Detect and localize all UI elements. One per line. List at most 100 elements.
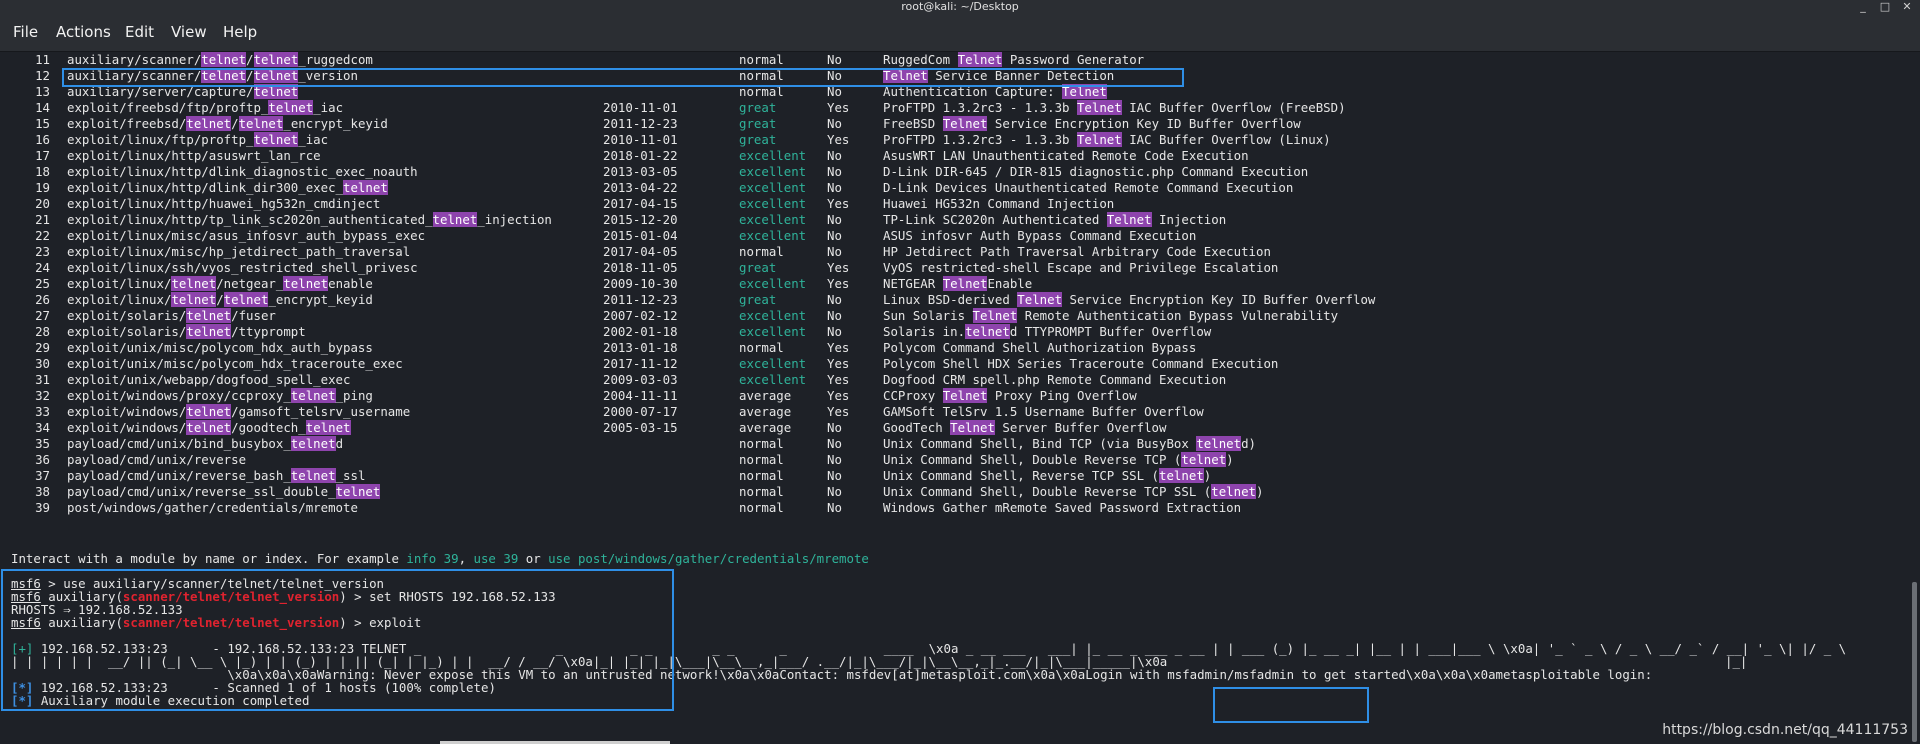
module-description: NETGEAR TelnetEnable [883,276,1033,291]
module-disclosure-date: 2013-01-18 [603,340,678,355]
module-name: exploit/linux/misc/asus_infosvr_auth_byp… [67,228,426,243]
module-name: payload/cmd/unix/reverse_bash_telnet_ssl [67,468,366,483]
module-name: auxiliary/scanner/telnet/telnet_version [67,68,358,83]
module-disclosure-date: 2015-12-20 [603,212,678,227]
module-description: Solaris in.telnetd TTYPROMPT Buffer Over… [883,324,1212,339]
module-name: payload/cmd/unix/bind_busybox_telnetd [67,436,344,451]
module-description: Huawei HG532n Command Injection [883,196,1115,211]
login-credentials: msfadmin/msfadmin [1167,667,1295,682]
module-check: Yes [827,372,850,387]
module-index: 14 [35,100,50,115]
module-check: Yes [827,404,850,419]
example-info: info 39 [406,551,459,566]
module-check: No [827,52,842,67]
module-rank: average [739,420,792,435]
module-rank: normal [739,68,784,83]
module-description: TP-Link SC2020n Authenticated Telnet Inj… [883,212,1227,227]
module-description: VyOS restricted-shell Escape and Privile… [883,260,1279,275]
menu-actions[interactable]: Actions [56,23,111,41]
module-name: exploit/unix/misc/polycom_hdx_auth_bypas… [67,340,373,355]
module-check: No [827,420,842,435]
module-index: 31 [35,372,50,387]
module-disclosure-date: 2002-01-18 [603,324,678,339]
module-description: Dogfood CRM spell.php Remote Command Exe… [883,372,1227,387]
module-check: No [827,164,842,179]
module-description: ASUS infosvr Auth Bypass Command Executi… [883,228,1197,243]
window-titlebar: root@kali: ~/Desktop _ □ ✕ [0,0,1920,13]
module-name: exploit/linux/ssh/vyos_restricted_shell_… [67,260,418,275]
module-rank: excellent [739,308,807,323]
module-check: Yes [827,276,850,291]
module-index: 18 [35,164,50,179]
module-name: exploit/solaris/telnet/ttyprompt [67,324,306,339]
module-name: exploit/linux/ftp/proftp_telnet_iac [67,132,329,147]
module-rank: great [739,132,777,147]
module-check: Yes [827,132,850,147]
maximize-icon[interactable]: □ [1878,0,1892,13]
module-name: exploit/linux/http/dlink_dir300_exec_tel… [67,180,388,195]
module-name: payload/cmd/unix/reverse_ssl_double_teln… [67,484,381,499]
module-disclosure-date: 2015-01-04 [603,228,678,243]
module-disclosure-date: 2010-11-01 [603,132,678,147]
module-name: exploit/linux/http/dlink_diagnostic_exec… [67,164,418,179]
module-description: CCProxy Telnet Proxy Ping Overflow [883,388,1137,403]
module-check: No [827,468,842,483]
module-description: Telnet Service Banner Detection [883,68,1115,83]
module-disclosure-date: 2005-03-15 [603,420,678,435]
example-use: use 39 [473,551,519,566]
module-rank: excellent [739,324,807,339]
module-name: auxiliary/scanner/telnet/telnet_ruggedco… [67,52,373,67]
module-rank: excellent [739,196,807,211]
terminal-scrollbar[interactable] [1912,582,1917,742]
module-index: 30 [35,356,50,371]
module-description: D-Link DIR-645 / DIR-815 diagnostic.php … [883,164,1309,179]
module-disclosure-date: 2010-11-01 [603,100,678,115]
module-rank: excellent [739,212,807,227]
module-index: 12 [35,68,50,83]
menu-edit[interactable]: Edit [125,23,154,41]
module-name: exploit/linux/telnet/netgear_telnetenabl… [67,276,373,291]
module-disclosure-date: 2011-12-23 [603,116,678,131]
module-check: No [827,484,842,499]
module-check: No [827,116,842,131]
module-check: No [827,324,842,339]
module-rank: normal [739,52,784,67]
module-check: No [827,228,842,243]
module-disclosure-date: 2018-11-05 [603,260,678,275]
module-index: 21 [35,212,50,227]
execution-status: [*] Auxiliary module execution completed [11,693,310,708]
module-check: Yes [827,388,850,403]
info-marker: [*] [11,693,34,708]
module-disclosure-date: 2017-11-12 [603,356,678,371]
module-check: No [827,500,842,515]
module-index: 16 [35,132,50,147]
highlight-box-credentials [1213,687,1369,723]
module-check: Yes [827,196,850,211]
module-description: GoodTech Telnet Server Buffer Overflow [883,420,1167,435]
menu-view[interactable]: View [171,23,207,41]
module-description: Windows Gather mRemote Saved Password Ex… [883,500,1242,515]
module-description: ProFTPD 1.3.2rc3 - 1.3.3b Telnet IAC Buf… [883,132,1331,147]
menu-help[interactable]: Help [223,23,257,41]
module-index: 20 [35,196,50,211]
module-description: AsusWRT LAN Unauthenticated Remote Code … [883,148,1249,163]
module-description: Unix Command Shell, Bind TCP (via BusyBo… [883,436,1256,451]
menu-file[interactable]: File [13,23,38,41]
terminal-output[interactable]: 11 auxiliary/scanner/telnet/telnet_rugged… [0,52,1920,744]
command-exploit: msf6 auxiliary(scanner/telnet/telnet_ver… [11,615,422,630]
module-name: exploit/linux/http/asuswrt_lan_rce [67,148,321,163]
module-disclosure-date: 2009-10-30 [603,276,678,291]
module-description: D-Link Devices Unauthenticated Remote Co… [883,180,1294,195]
module-rank: normal [739,84,784,99]
module-check: No [827,180,842,195]
module-rank: normal [739,340,784,355]
module-disclosure-date: 2004-11-11 [603,388,678,403]
module-check: Yes [827,100,850,115]
module-description: GAMSoft TelSrv 1.5 Username Buffer Overf… [883,404,1204,419]
module-name: exploit/windows/telnet/gamsoft_telsrv_us… [67,404,411,419]
module-description: Authentication Capture: Telnet [883,84,1107,99]
minimize-icon[interactable]: _ [1856,0,1870,13]
close-icon[interactable]: ✕ [1900,0,1914,13]
module-rank: average [739,404,792,419]
module-disclosure-date: 2013-03-05 [603,164,678,179]
